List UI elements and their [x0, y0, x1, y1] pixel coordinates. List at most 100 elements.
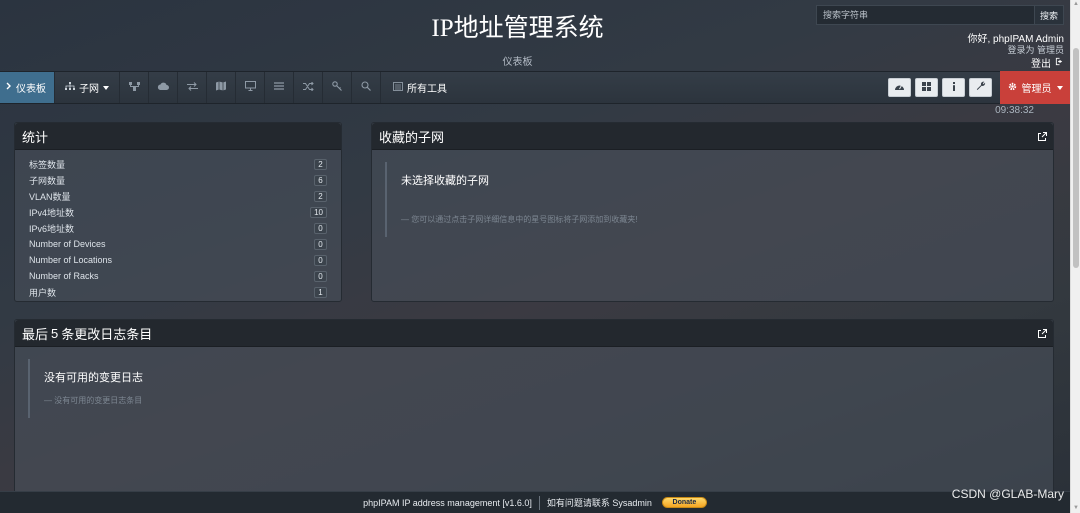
dashboard-tool-button[interactable] [888, 78, 911, 97]
stat-row: Number of Devices 0 [29, 236, 327, 252]
stat-label: 用户数 [29, 287, 57, 298]
grid-icon [922, 81, 931, 94]
gear-icon [1008, 82, 1017, 94]
search-input[interactable] [816, 5, 1034, 25]
shuffle-icon [302, 81, 314, 94]
exchange-icon [186, 81, 198, 94]
stat-label: Number of Locations [29, 255, 113, 265]
admin-menu-label: 管理员 [1021, 84, 1052, 95]
nav-map[interactable] [207, 72, 236, 103]
logout-link[interactable]: 登出 [1031, 55, 1064, 70]
statistics-title: 统计 [22, 129, 49, 145]
favourites-empty-hint: — 您可以通过点击子网详细信息中的星号图标将子网添加到收藏夹! [401, 215, 638, 224]
nav-exchange[interactable] [178, 72, 207, 103]
footer-contact[interactable]: 如有问题请联系 Sysadmin [547, 496, 652, 509]
chevron-right-icon [6, 82, 12, 93]
favourites-empty-notice: 未选择收藏的子网 — 您可以通过点击子网详细信息中的星号图标将子网添加到收藏夹! [385, 162, 1053, 237]
widgets-button[interactable] [915, 78, 938, 97]
logout-label: 登出 [1031, 59, 1051, 70]
caret-down-icon [103, 82, 109, 93]
admin-menu-button[interactable]: 管理员 [1000, 71, 1070, 104]
stat-row: IPv4地址数 10 [29, 204, 327, 220]
stat-count-badge: 2 [314, 190, 327, 202]
info-icon [952, 81, 956, 94]
scrollbar-thumb[interactable] [1073, 48, 1079, 268]
statistics-list: 标签数量 2 子网数量 6 VLAN数量 2 IPv4地址数 10 IPv6地址数 0 N… [15, 150, 341, 300]
stat-count-badge: 0 [314, 254, 327, 266]
sitemap-icon [65, 81, 75, 94]
nav-subnets[interactable]: 子网 [55, 72, 120, 103]
stat-count-badge: 6 [314, 174, 327, 186]
nav-dashboard[interactable]: 仪表板 [0, 72, 55, 103]
search-icon [361, 81, 371, 94]
list-alt-icon [393, 81, 403, 94]
stat-label: VLAN数量 [29, 191, 71, 202]
stat-count-badge: 0 [314, 270, 327, 282]
footer-divider [538, 495, 540, 510]
stat-count-badge: 10 [310, 206, 327, 218]
nav-all-tools-label: 所有工具 [407, 84, 447, 95]
changelog-panel-title: 最后 5 条更改日志条目 [15, 320, 1053, 347]
stat-label: IPv6地址数 [29, 223, 75, 234]
scroll-up-arrow-icon[interactable]: ▲ [1072, 0, 1080, 9]
stat-label: Number of Racks [29, 271, 99, 281]
stat-row: IPv6地址数 0 [29, 220, 327, 236]
wrench-icon [976, 81, 986, 94]
nav-key[interactable] [323, 72, 352, 103]
page-header: IP地址管理系统 仪表板 搜索 你好, phpIPAM Admin 登录为 管理… [0, 0, 1070, 71]
nav-shuffle[interactable] [294, 72, 323, 103]
stat-count-badge: 1 [314, 286, 327, 298]
page-subtitle: 仪表板 [502, 57, 533, 68]
stat-count-badge: 2 [314, 158, 327, 170]
key-icon [332, 81, 342, 94]
watermark: CSDN @GLAB-Mary [951, 487, 1064, 501]
stat-label: IPv4地址数 [29, 207, 75, 218]
nav-cloud[interactable] [149, 72, 178, 103]
donate-button[interactable]: Donate [661, 497, 707, 508]
page-scrollbar[interactable]: ▲ ▼ [1070, 0, 1080, 513]
page-footer: phpIPAM IP address management [v1.6.0] 如… [0, 491, 1070, 513]
external-link-icon[interactable] [1037, 327, 1047, 342]
favourite-subnets-panel: 收藏的子网 未选择收藏的子网 — 您可以通过点击子网详细信息中的星号图标将子网添… [371, 122, 1054, 302]
stat-label: Number of Devices [29, 239, 106, 249]
cloud-icon [157, 82, 169, 93]
stat-row: Number of Racks 0 [29, 268, 327, 284]
changelog-empty-hint: — 没有可用的变更日志条目 [44, 396, 143, 405]
footer-version[interactable]: phpIPAM IP address management [v1.6.0] [363, 498, 532, 508]
list-icon [274, 82, 284, 93]
statistics-panel: 统计 标签数量 2 子网数量 6 VLAN数量 2 IPv4地址数 10 IPv6地址数… [14, 122, 342, 302]
stat-row: Number of Locations 0 [29, 252, 327, 268]
vlan-icon [128, 81, 140, 94]
statistics-panel-title: 统计 [15, 123, 341, 150]
settings-button[interactable] [969, 78, 992, 97]
toolbar-right: 管理员 [888, 71, 1070, 104]
stat-row: 子网数量 6 [29, 172, 327, 188]
changelog-panel: 最后 5 条更改日志条目 没有可用的变更日志 — 没有可用的变更日志条目 [14, 319, 1054, 509]
nav-vlan[interactable] [120, 72, 149, 103]
main-nav: 仪表板 子网 所有工具 管理员 [0, 71, 1070, 104]
changelog-empty-notice: 没有可用的变更日志 — 没有可用的变更日志条目 [28, 359, 1053, 418]
nav-search[interactable] [352, 72, 381, 103]
nav-subnets-label: 子网 [79, 84, 99, 95]
logout-icon [1055, 57, 1064, 69]
info-button[interactable] [942, 78, 965, 97]
search-button[interactable]: 搜索 [1034, 5, 1064, 25]
stat-row: 用户数 1 [29, 284, 327, 300]
nav-dashboard-label: 仪表板 [16, 84, 46, 95]
map-icon [216, 81, 226, 94]
stat-count-badge: 0 [314, 238, 327, 250]
external-link-icon[interactable] [1037, 130, 1047, 145]
clock-time: 09:38:32 [995, 105, 1034, 116]
nav-all-tools[interactable]: 所有工具 [381, 72, 459, 103]
stat-count-badge: 0 [314, 222, 327, 234]
stat-row: 标签数量 2 [29, 156, 327, 172]
search-form: 搜索 [816, 5, 1064, 25]
changelog-title-suffix: 条更改日志条目 [61, 326, 153, 342]
stat-label: 标签数量 [29, 159, 66, 170]
caret-down-icon [1056, 82, 1063, 93]
nav-list[interactable] [265, 72, 294, 103]
changelog-title-count: 5 [51, 325, 59, 341]
scroll-down-arrow-icon[interactable]: ▼ [1072, 504, 1080, 513]
nav-devices[interactable] [236, 72, 265, 103]
stat-row: VLAN数量 2 [29, 188, 327, 204]
